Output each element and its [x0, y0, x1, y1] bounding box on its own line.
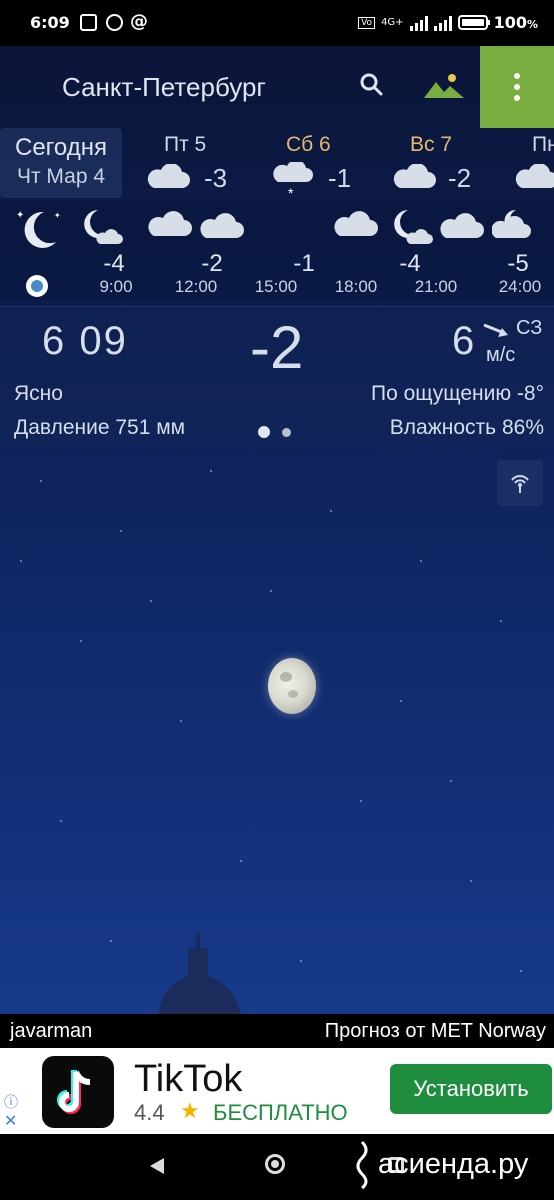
- ad-title: TikTok: [134, 1058, 243, 1100]
- cloud-icon: [515, 164, 554, 188]
- hour-temp: -1: [293, 250, 315, 277]
- hour-time: 24:00: [498, 277, 542, 296]
- radar-icon: [511, 475, 529, 493]
- day-temp: -3: [204, 163, 228, 193]
- snow-cloud-icon: *: [273, 162, 313, 200]
- hourly-forecast: ✦ ✦ -4 -2 -1 -4 -5 9:00 12:00 15:00 18:00…: [0, 200, 554, 300]
- watermark-text: асиенда.ру: [378, 1147, 529, 1180]
- photo-credits-bar: javarman Прогноз от MET Norway: [0, 1014, 554, 1048]
- today-tab[interactable]: Сегодня Чт Мар 4: [0, 128, 122, 198]
- hour-temp: -2: [201, 250, 223, 277]
- watermark: асиенда.ру: [350, 1138, 528, 1190]
- radar-button[interactable]: [497, 460, 543, 506]
- daily-forecast-strip: Сегодня Чт Мар 4 Пт 5 -3 Сб 6 * -1 Вс 7 …: [0, 128, 554, 200]
- install-button[interactable]: Установить: [390, 1064, 552, 1114]
- humidity: Влажность 86%: [389, 416, 544, 439]
- volte-icon: Vo: [358, 16, 376, 29]
- condition-text: Ясно: [14, 382, 63, 405]
- calendar-icon: [80, 14, 97, 31]
- at-icon: @: [130, 11, 148, 32]
- day-name: Пн: [532, 133, 554, 156]
- signal-icon-2: [433, 15, 452, 31]
- hour-temp: -5: [507, 250, 529, 277]
- today-date: Чт Мар 4: [16, 165, 106, 188]
- hour-time: 18:00: [334, 277, 378, 296]
- current-temperature: -2: [250, 314, 304, 381]
- cloud-icon: [200, 213, 244, 238]
- day-name: Вс 7: [410, 133, 453, 156]
- status-bar: 6:09 @ Vo 4G+ 100%: [0, 0, 554, 46]
- feels-like: По ощущению -8°: [370, 382, 544, 405]
- city-title[interactable]: Санкт-Петербург: [62, 72, 266, 103]
- star-icon: ★: [180, 1098, 200, 1123]
- ad-rating: 4.4: [134, 1100, 165, 1125]
- moon-cloud-icon: [394, 210, 433, 244]
- network-type: 4G+: [381, 17, 404, 28]
- hour-temp: -4: [399, 250, 421, 277]
- ad-info-icon[interactable]: ⓘ: [4, 1092, 18, 1112]
- wind-unit: м/с: [486, 344, 516, 366]
- home-icon[interactable]: [265, 1154, 285, 1174]
- partly-cloudy-icon: [148, 211, 192, 236]
- cloud-icon: [440, 213, 484, 238]
- hour-time: 12:00: [174, 277, 218, 296]
- hour-time: 15:00: [254, 277, 298, 296]
- day-temp: -2: [448, 163, 472, 193]
- wind-arrow-icon: [483, 323, 508, 337]
- moon-cloud-icon: [492, 209, 531, 238]
- partly-cloudy-icon: [334, 211, 378, 236]
- cloud-icon: [393, 164, 436, 188]
- ad-close-icon[interactable]: ✕: [4, 1111, 17, 1131]
- moon-image: [268, 658, 316, 714]
- watermark-logo-icon: [356, 1140, 368, 1190]
- svg-text:✦: ✦: [54, 211, 61, 220]
- search-icon[interactable]: [358, 71, 386, 99]
- svg-text:*: *: [288, 185, 294, 200]
- pressure: Давление 751 мм: [14, 416, 186, 439]
- forecast-source[interactable]: Прогноз от MET Norway: [325, 1020, 546, 1043]
- status-time: 6:09: [30, 13, 70, 32]
- chrome-icon: [106, 14, 123, 31]
- signal-icon: [409, 15, 428, 31]
- moon-cloud-icon: [84, 210, 123, 244]
- moon-stars-icon: ✦ ✦: [16, 210, 61, 248]
- landscape-icon[interactable]: [422, 72, 466, 102]
- ad-price: БЕСПЛАТНО: [213, 1100, 348, 1125]
- svg-text:✦: ✦: [16, 210, 24, 221]
- current-hour-indicator: [26, 275, 48, 297]
- today-label: Сегодня: [15, 134, 107, 161]
- battery-percent: 100%: [493, 13, 538, 32]
- back-icon[interactable]: [150, 1158, 164, 1174]
- page-indicator: [258, 426, 291, 438]
- ad-banner[interactable]: ⓘ ✕ TikTok 4.4 ★ БЕСПЛАТНО Установить: [0, 1048, 554, 1134]
- hour-time: 21:00: [414, 277, 458, 296]
- battery-icon: [457, 15, 490, 30]
- day-temp: -1: [328, 163, 352, 193]
- overflow-menu-button[interactable]: [480, 46, 554, 128]
- cloud-icon: [147, 164, 190, 188]
- cathedral-dome-silhouette: [158, 932, 242, 1020]
- hour-temp: -4: [103, 250, 125, 277]
- hour-time: 9:00: [99, 277, 133, 296]
- wind-direction: СЗ: [516, 317, 543, 339]
- photo-author[interactable]: javarman: [10, 1020, 92, 1043]
- wind-speed: 6: [452, 319, 475, 363]
- tiktok-app-icon[interactable]: [42, 1056, 114, 1128]
- day-name: Пт 5: [164, 133, 207, 156]
- app-toolbar: Санкт-Петербург: [0, 46, 554, 128]
- current-conditions-panel[interactable]: 6 09 -2 6 СЗ м/с Ясно По ощущению -8° Да…: [0, 306, 554, 447]
- current-time: 6 09: [42, 319, 128, 363]
- day-name: Сб 6: [286, 133, 331, 156]
